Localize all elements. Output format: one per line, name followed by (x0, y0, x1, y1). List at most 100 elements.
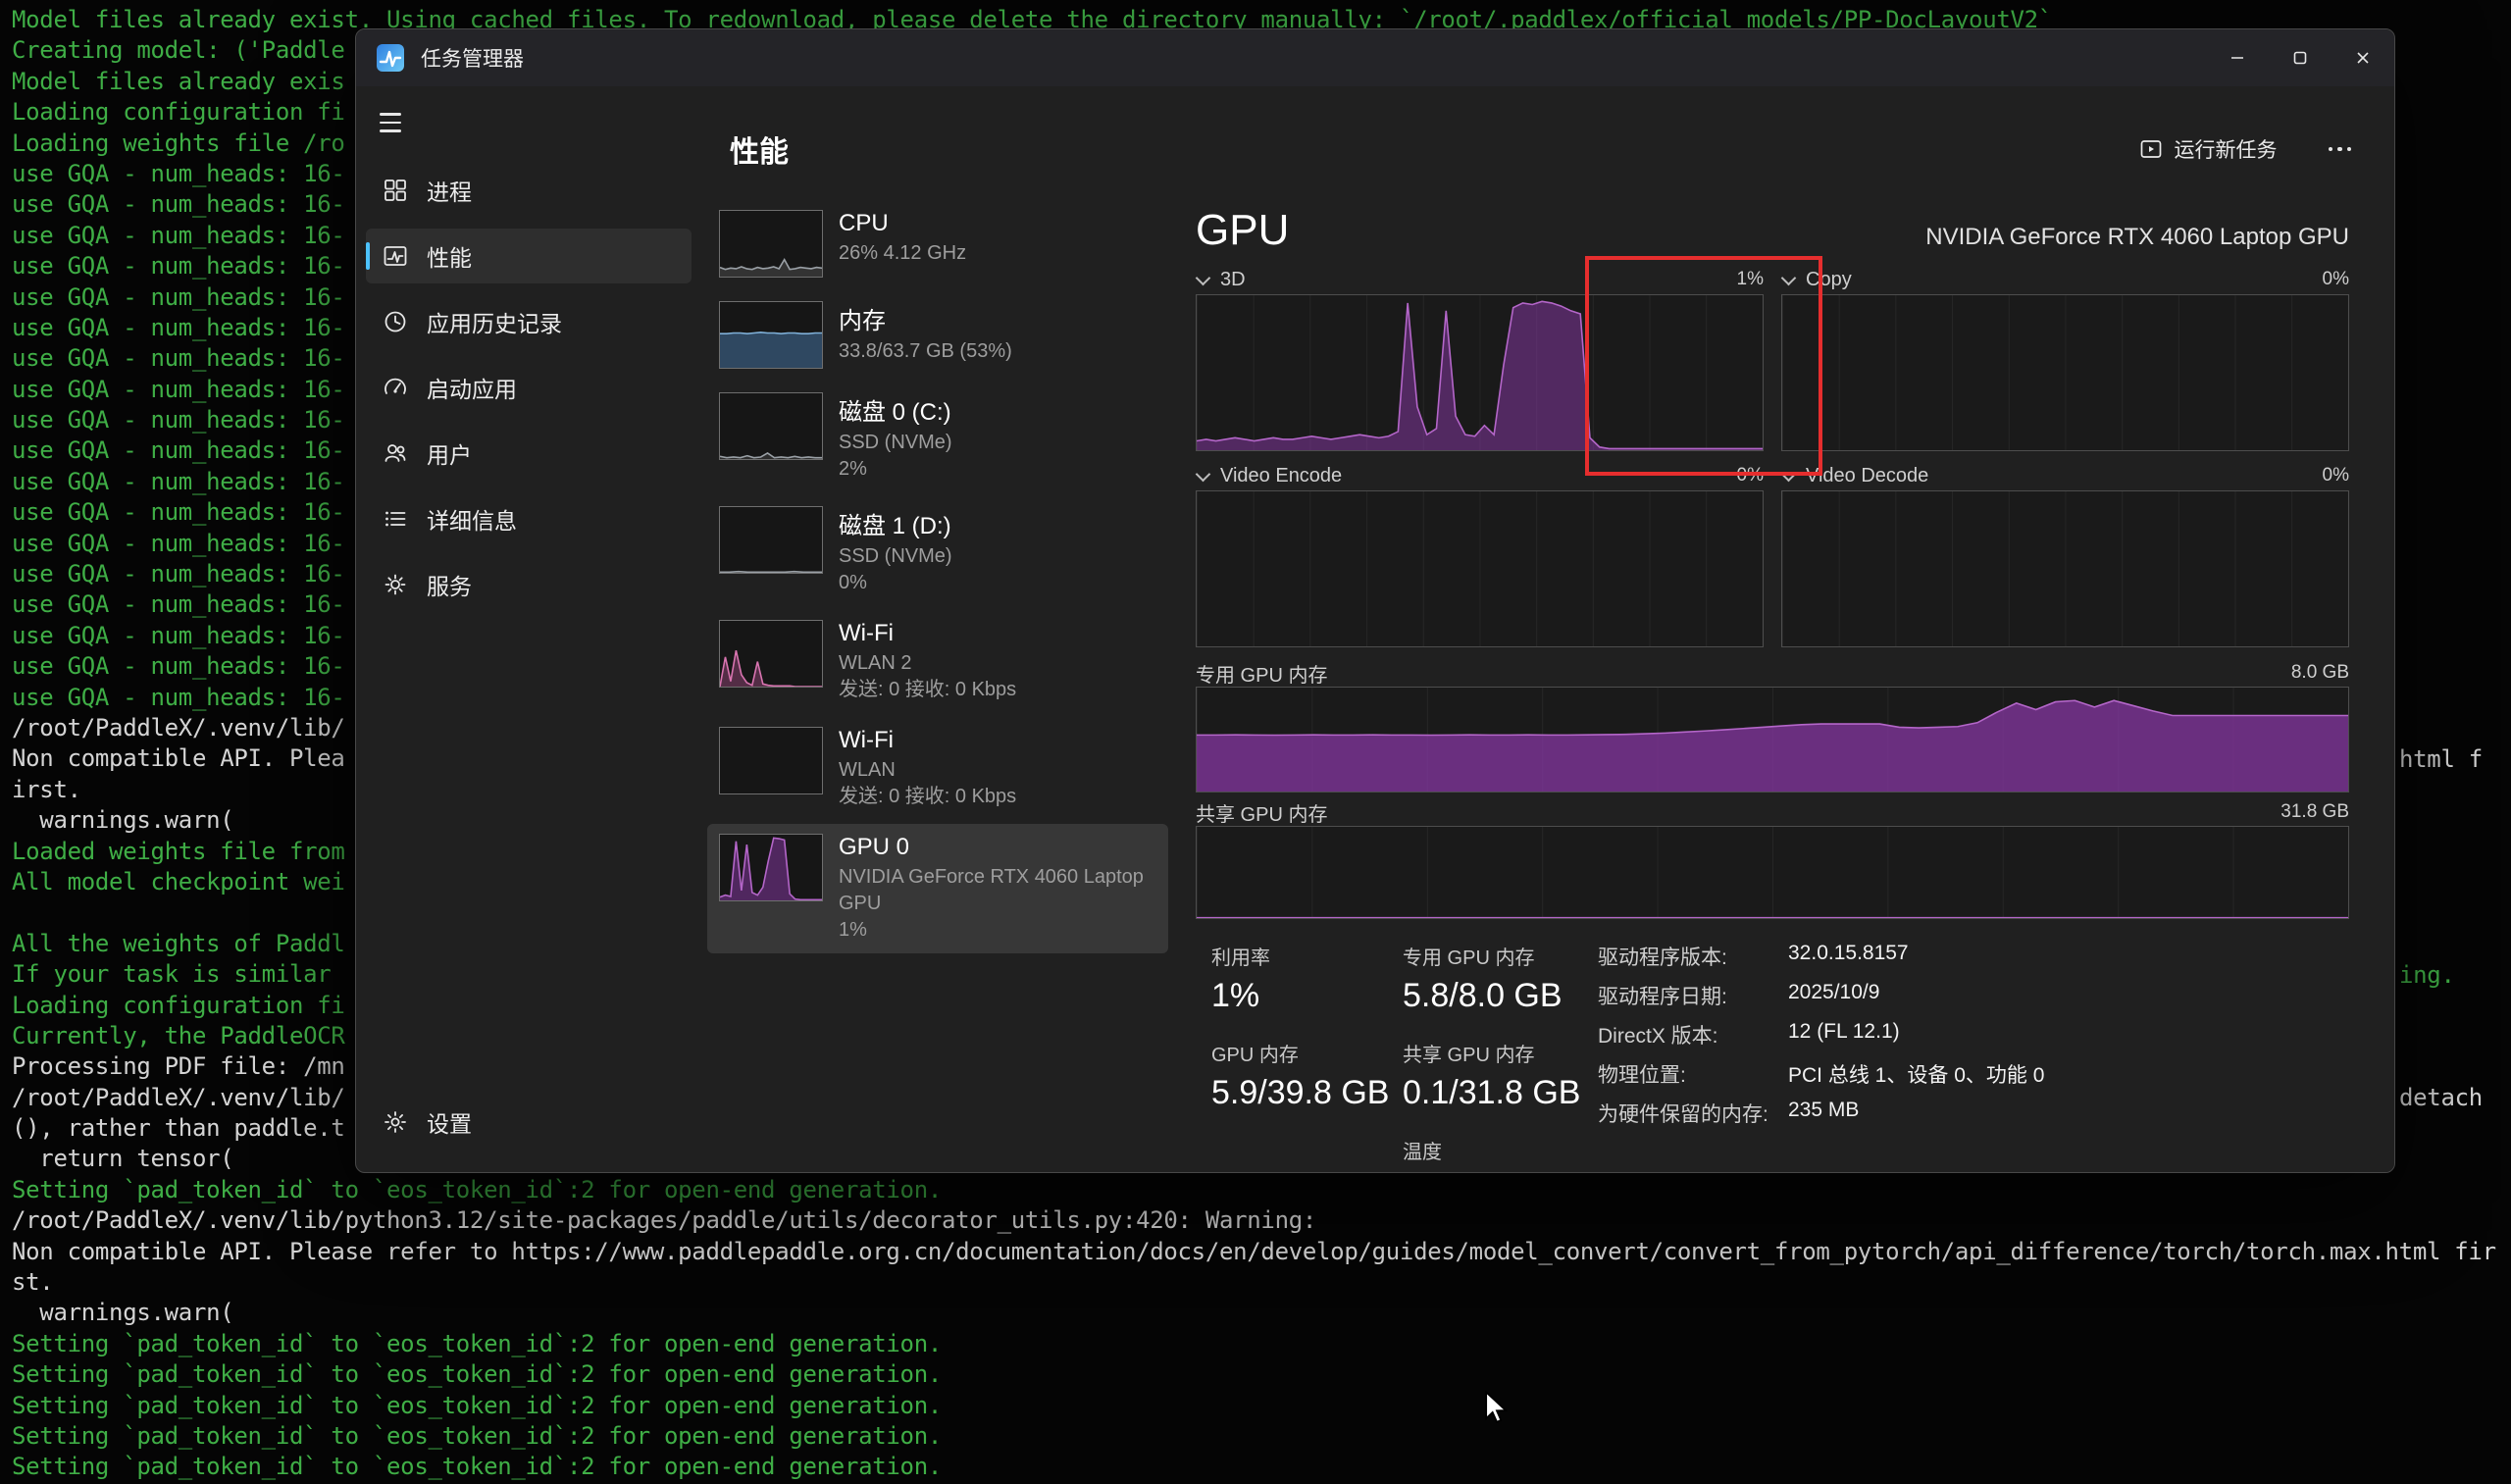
detail-label: 为硬件保留的内存: (1598, 1099, 1780, 1128)
close-icon (2355, 50, 2371, 66)
perf-item-sub: 1% (839, 917, 1156, 944)
engine-value: 0% (2323, 465, 2349, 486)
gpu-video-decode-chart (1781, 490, 2349, 647)
engine-select-video-encode[interactable]: Video Encode (1220, 465, 1342, 487)
engine-select-video-decode[interactable]: Video Decode (1806, 465, 1928, 487)
dedicated-memory-label: 专用 GPU 内存 (1196, 659, 1327, 688)
sidebar-item-users[interactable]: 用户 (366, 426, 692, 481)
run-new-task-button[interactable]: 运行新任务 (2129, 127, 2287, 172)
terminal-line-fragment: detach (2399, 1083, 2483, 1113)
perf-item-title: GPU 0 (839, 834, 1156, 861)
gpu-device-name: NVIDIA GeForce RTX 4060 Laptop GPU (1925, 224, 2349, 255)
perf-list-item-gpu0[interactable]: GPU 0 NVIDIA GeForce RTX 4060 Laptop GPU… (707, 824, 1168, 953)
chevron-down-icon[interactable] (1781, 270, 1797, 285)
perf-list-item-wifi-wlan[interactable]: Wi-Fi WLAN 发送: 0 接收: 0 Kbps (707, 717, 1168, 820)
stat-value: 1% (1211, 977, 1403, 1015)
startup-apps-icon (382, 374, 409, 401)
title-bar[interactable]: 任务管理器 (356, 29, 2394, 86)
perf-list-item-memory[interactable]: 内存 33.8/63.7 GB (53%) (707, 291, 1168, 379)
perf-item-sub: 33.8/63.7 GB (53%) (839, 338, 1012, 365)
detail-value: 2025/10/9 (1788, 981, 2349, 1010)
terminal-line: Setting `pad_token_id` to `eos_token_id`… (12, 1421, 2511, 1452)
sidebar-item-settings[interactable]: 设置 (366, 1095, 692, 1150)
detail-label: 驱动程序日期: (1598, 981, 1780, 1010)
perf-item-sub: 2% (839, 456, 952, 483)
terminal-line: /root/PaddleX/.venv/lib/python3.12/site-… (12, 1205, 2511, 1236)
perf-item-title: 磁盘 0 (C:) (839, 392, 952, 427)
stat-value: 5.8/8.0 GB (1403, 977, 1598, 1015)
detail-value: 32.0.15.8157 (1788, 942, 2349, 971)
sidebar-item-app-history[interactable]: 应用历史记录 (366, 294, 692, 349)
detail-value: PCI 总线 1、设备 0、功能 0 (1788, 1059, 2349, 1089)
gpu-panel-title: GPU (1196, 206, 1289, 255)
perf-item-title: Wi-Fi (839, 727, 1016, 754)
sidebar-item-label: 进程 (427, 174, 472, 207)
perf-item-title: CPU (839, 210, 966, 237)
chevron-down-icon[interactable] (1196, 466, 1211, 482)
engine-value: 1% (1737, 269, 1764, 290)
sidebar-item-label: 应用历史记录 (427, 305, 562, 338)
chevron-down-icon[interactable] (1196, 270, 1211, 285)
stat-value: 47 °C (1403, 1171, 1598, 1173)
window-title: 任务管理器 (421, 43, 524, 73)
stat-label: GPU 内存 (1211, 1039, 1403, 1067)
app-history-icon (382, 308, 409, 335)
perf-list-item-disk0[interactable]: 磁盘 0 (C:) SSD (NVMe) 2% (707, 383, 1168, 492)
perf-list-item-disk1[interactable]: 磁盘 1 (D:) SSD (NVMe) 0% (707, 496, 1168, 606)
perf-item-sub: 0% (839, 570, 952, 596)
minimize-button[interactable] (2206, 29, 2269, 86)
close-button[interactable] (2332, 29, 2394, 86)
gpu-stats: 利用率 1% GPU 内存 5.9/39.8 GB 专用 GPU 内存 5.8/… (1196, 942, 2349, 1173)
disk0-thumbnail-chart (719, 392, 823, 460)
ellipsis-icon (2329, 147, 2333, 152)
sidebar-item-details[interactable]: 详细信息 (366, 491, 692, 546)
page-title: 性能 (730, 128, 789, 171)
engine-select-3d[interactable]: 3D (1220, 269, 1246, 291)
perf-list-item-cpu[interactable]: CPU 26% 4.12 GHz (707, 200, 1168, 287)
terminal-line: Non compatible API. Please refer to http… (12, 1237, 2511, 1267)
detail-label: 物理位置: (1598, 1059, 1780, 1089)
perf-item-sub: WLAN 2 (839, 650, 1016, 677)
processes-icon (382, 177, 409, 204)
stat-label: 共享 GPU 内存 (1403, 1039, 1598, 1067)
maximize-button[interactable] (2269, 29, 2332, 86)
engine-select-copy[interactable]: Copy (1806, 269, 1852, 291)
perf-item-sub: SSD (NVMe) (839, 430, 952, 456)
terminal-line: Setting `pad_token_id` to `eos_token_id`… (12, 1329, 2511, 1359)
performance-metric-list: CPU 26% 4.12 GHz 内存 33.8/63.7 GB (53%) 磁… (707, 200, 1168, 957)
run-new-task-label: 运行新任务 (2175, 134, 2278, 164)
hamburger-icon (380, 113, 401, 116)
screenshot-stage: Model files already exist. Using cached … (0, 0, 2511, 1484)
sidebar-spacer (366, 623, 692, 1095)
content-header: 性能 运行新任务 (730, 129, 2359, 169)
terminal-line: Setting `pad_token_id` to `eos_token_id`… (12, 1359, 2511, 1390)
wifi-thumbnail-chart (719, 620, 823, 688)
navigation-menu-button[interactable] (366, 100, 417, 145)
sidebar-item-performance[interactable]: 性能 (366, 229, 692, 283)
chevron-down-icon[interactable] (1781, 466, 1797, 482)
detail-value: 12 (FL 12.1) (1788, 1020, 2349, 1049)
perf-item-sub: WLAN (839, 757, 1016, 784)
terminal-line: Setting `pad_token_id` to `eos_token_id`… (12, 1391, 2511, 1421)
sidebar-item-services[interactable]: 服务 (366, 557, 692, 612)
disk1-thumbnail-chart (719, 506, 823, 574)
minimize-icon (2229, 50, 2245, 66)
task-manager-window: 任务管理器 (355, 28, 2395, 1173)
engine-value: 0% (1737, 465, 1764, 486)
more-options-button[interactable] (2321, 135, 2360, 164)
services-icon (382, 571, 409, 598)
shared-memory-max: 31.8 GB (2280, 801, 2349, 823)
sidebar-item-processes[interactable]: 进程 (366, 163, 692, 218)
sidebar-item-label: 设置 (427, 1105, 472, 1139)
gpu-copy-chart (1781, 294, 2349, 451)
stat-label: 利用率 (1211, 942, 1403, 970)
memory-thumbnail-chart (719, 301, 823, 369)
sidebar-item-label: 用户 (427, 436, 472, 470)
perf-list-item-wifi-wlan2[interactable]: Wi-Fi WLAN 2 发送: 0 接收: 0 Kbps (707, 610, 1168, 713)
terminal-line: st. (12, 1267, 2511, 1298)
shared-gpu-memory-chart (1196, 826, 2349, 919)
sidebar-item-startup-apps[interactable]: 启动应用 (366, 360, 692, 415)
gpu-thumbnail-chart (719, 834, 823, 901)
maximize-icon (2292, 50, 2308, 66)
stat-value: 0.1/31.8 GB (1403, 1074, 1598, 1112)
